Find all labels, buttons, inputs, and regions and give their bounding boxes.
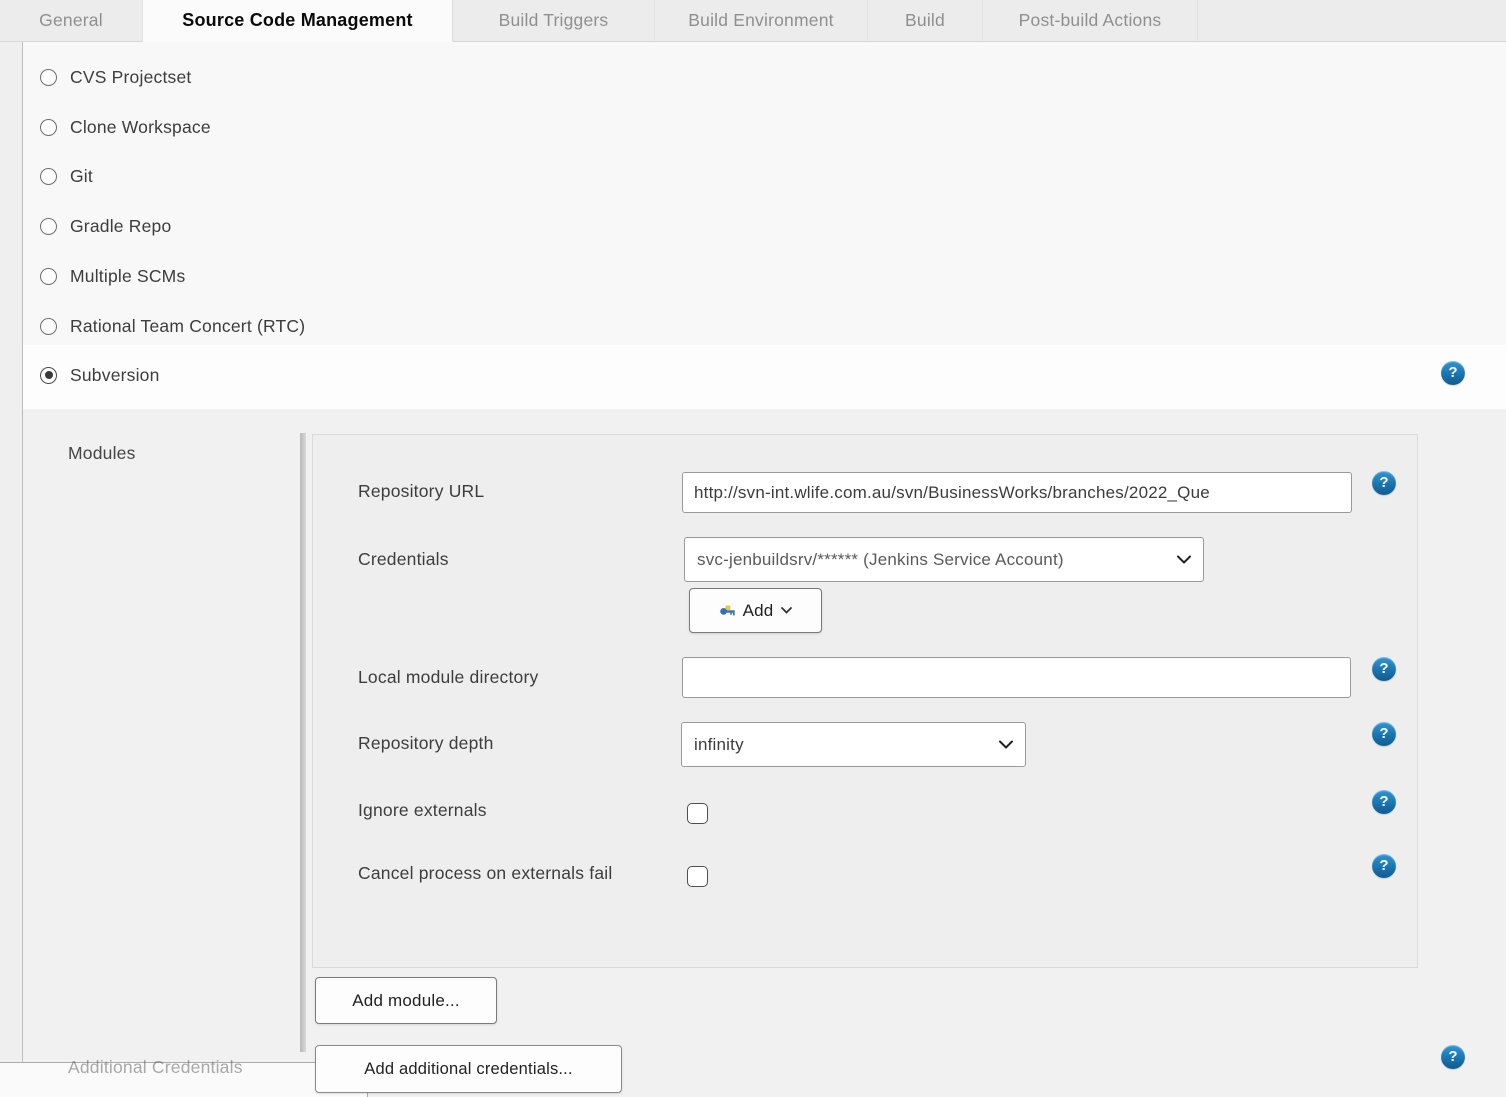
scm-option-rational-team-concert[interactable]: Rational Team Concert (RTC)	[40, 309, 305, 343]
cancel-process-on-externals-fail-label: Cancel process on externals fail	[358, 863, 612, 884]
repository-url-label: Repository URL	[358, 481, 484, 502]
scm-option-multiple-scms[interactable]: Multiple SCMs	[40, 259, 185, 293]
repository-depth-selected-value: infinity	[694, 735, 744, 755]
caret-down-icon	[781, 607, 792, 614]
scm-option-cvs-projectset[interactable]: CVS Projectset	[40, 60, 191, 94]
module-drag-handle[interactable]	[300, 433, 306, 1052]
tab-build-triggers[interactable]: Build Triggers	[453, 0, 655, 42]
radio-icon	[40, 318, 57, 335]
cancel-process-on-externals-fail-checkbox[interactable]	[687, 866, 708, 887]
radio-icon	[40, 168, 57, 185]
module-config-box	[312, 434, 1418, 968]
tabbar-filler	[1198, 0, 1506, 42]
help-icon[interactable]: ?	[1372, 657, 1396, 681]
scm-option-label: Git	[70, 166, 93, 187]
scm-option-label: Gradle Repo	[70, 216, 171, 237]
add-module-button[interactable]: Add module...	[315, 977, 497, 1024]
help-icon[interactable]: ?	[1372, 790, 1396, 814]
radio-icon	[40, 69, 57, 86]
scm-option-label: CVS Projectset	[70, 67, 191, 88]
radio-icon	[40, 218, 57, 235]
help-icon[interactable]: ?	[1441, 361, 1465, 385]
tab-build[interactable]: Build	[868, 0, 983, 42]
repository-depth-label: Repository depth	[358, 733, 494, 754]
config-tabbar: General Source Code Management Build Tri…	[0, 0, 1506, 42]
credentials-select[interactable]: svc-jenbuildsrv/****** (Jenkins Service …	[684, 537, 1204, 582]
add-credentials-button[interactable]: Add	[689, 588, 822, 633]
tab-general[interactable]: General	[0, 0, 143, 42]
help-icon[interactable]: ?	[1372, 471, 1396, 495]
tab-post-build-actions[interactable]: Post-build Actions	[983, 0, 1198, 42]
add-additional-credentials-button[interactable]: Add additional credentials...	[315, 1045, 622, 1093]
scm-option-label: Rational Team Concert (RTC)	[70, 316, 305, 337]
radio-icon	[40, 119, 57, 136]
ignore-externals-checkbox[interactable]	[687, 803, 708, 824]
chevron-down-icon	[999, 740, 1013, 749]
modules-section-label: Modules	[68, 443, 136, 464]
jenkins-job-config-page: General Source Code Management Build Tri…	[0, 0, 1506, 1097]
scm-option-label: Clone Workspace	[70, 117, 211, 138]
local-module-directory-input[interactable]	[682, 657, 1351, 698]
additional-credentials-section-label: Additional Credentials	[68, 1057, 243, 1078]
repository-url-input[interactable]	[682, 472, 1352, 513]
add-credentials-button-label: Add	[743, 601, 774, 621]
radio-icon	[40, 268, 57, 285]
chevron-down-icon	[1177, 555, 1191, 564]
credentials-selected-value: svc-jenbuildsrv/****** (Jenkins Service …	[697, 550, 1064, 570]
add-additional-credentials-button-label: Add additional credentials...	[364, 1060, 573, 1079]
tab-build-environment[interactable]: Build Environment	[655, 0, 868, 42]
scm-option-subversion[interactable]: Subversion	[40, 358, 160, 392]
help-icon[interactable]: ?	[1372, 854, 1396, 878]
add-module-button-label: Add module...	[352, 991, 460, 1011]
tab-source-code-management[interactable]: Source Code Management	[143, 0, 453, 42]
scm-option-label: Multiple SCMs	[70, 266, 185, 287]
ignore-externals-label: Ignore externals	[358, 800, 487, 821]
repository-depth-select[interactable]: infinity	[681, 722, 1026, 767]
help-icon[interactable]: ?	[1372, 722, 1396, 746]
scm-option-label: Subversion	[70, 365, 160, 386]
credentials-label: Credentials	[358, 549, 449, 570]
key-icon	[719, 603, 737, 619]
radio-selected-icon	[40, 367, 57, 384]
subversion-row-highlight	[23, 345, 1506, 409]
scm-option-gradle-repo[interactable]: Gradle Repo	[40, 209, 171, 243]
scm-option-git[interactable]: Git	[40, 159, 93, 193]
local-module-directory-label: Local module directory	[358, 667, 538, 688]
help-icon[interactable]: ?	[1441, 1045, 1465, 1069]
scm-option-clone-workspace[interactable]: Clone Workspace	[40, 110, 211, 144]
